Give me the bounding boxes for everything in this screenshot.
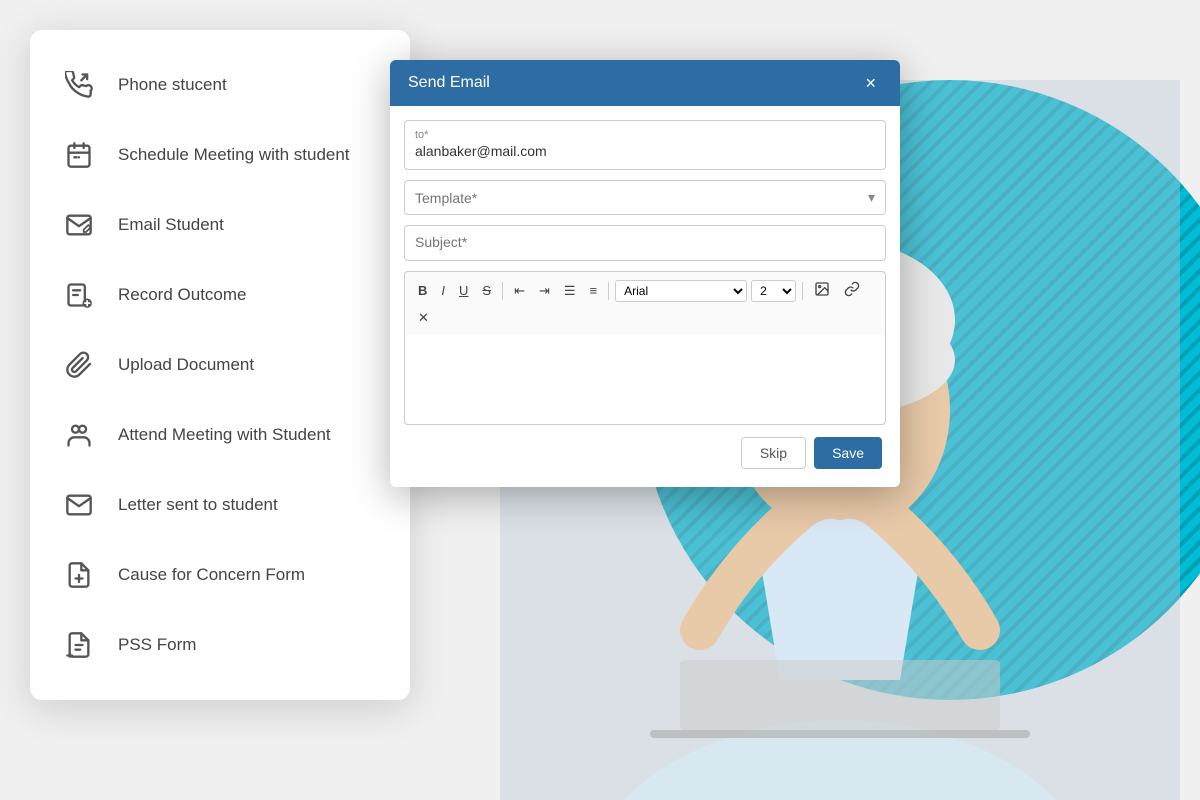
envelope-icon (58, 484, 100, 526)
italic-button[interactable]: I (436, 280, 450, 301)
indent-right-button[interactable]: ⇥ (534, 280, 555, 302)
strikethrough-button[interactable]: S (477, 280, 496, 301)
menu-label-phone-student: Phone stucent (118, 75, 227, 95)
paperclip-icon (58, 344, 100, 386)
to-input[interactable] (415, 143, 875, 159)
menu-label-upload-document: Upload Document (118, 355, 254, 375)
save-button[interactable]: Save (814, 437, 882, 469)
bold-button[interactable]: B (413, 280, 432, 301)
menu-label-letter-sent: Letter sent to student (118, 495, 278, 515)
send-email-dialog: Send Email × to* ▾ B I U S ⇤ ⇥ ☰ ≡ (390, 60, 900, 487)
menu-label-email-student: Email Student (118, 215, 224, 235)
menu-item-phone-student[interactable]: Phone stucent (30, 50, 410, 120)
to-label: to* (415, 129, 875, 141)
email-edit-icon (58, 204, 100, 246)
menu-item-email-student[interactable]: Email Student (30, 190, 410, 260)
remove-format-button[interactable]: ✕ (413, 307, 434, 329)
menu-item-schedule-meeting[interactable]: Schedule Meeting with student (30, 120, 410, 190)
menu-label-concern-form: Cause for Concern Form (118, 565, 305, 585)
email-body-editor[interactable] (404, 335, 886, 425)
insert-link-button[interactable] (839, 278, 865, 303)
skip-button[interactable]: Skip (741, 437, 806, 469)
menu-item-pss-form[interactable]: PSS Form (30, 610, 410, 680)
menu-item-attend-meeting[interactable]: Attend Meeting with Student (30, 400, 410, 470)
dialog-close-button[interactable]: × (859, 72, 882, 94)
underline-button[interactable]: U (454, 280, 473, 301)
list-number-button[interactable]: ≡ (585, 280, 603, 301)
dialog-title: Send Email (408, 74, 490, 92)
to-field-container: to* (404, 120, 886, 170)
menu-label-pss-form: PSS Form (118, 635, 196, 655)
menu-label-schedule-meeting: Schedule Meeting with student (118, 145, 350, 165)
toolbar-separator-1 (502, 282, 503, 300)
toolbar-separator-3 (802, 282, 803, 300)
font-size-select[interactable]: 2345 (751, 280, 796, 302)
menu-item-concern-form[interactable]: Cause for Concern Form (30, 540, 410, 610)
menu-item-letter-sent[interactable]: Letter sent to student (30, 470, 410, 540)
template-input[interactable] (415, 190, 868, 206)
calendar-icon (58, 134, 100, 176)
dialog-header: Send Email × (390, 60, 900, 106)
editor-toolbar: B I U S ⇤ ⇥ ☰ ≡ Arial Times New Roman Ve… (404, 271, 886, 335)
action-menu-card: Phone stucent Schedule Meeting with stud… (30, 30, 410, 700)
template-field-container[interactable]: ▾ (404, 180, 886, 215)
subject-field-container (404, 225, 886, 261)
indent-left-button[interactable]: ⇤ (509, 280, 530, 302)
group-icon (58, 414, 100, 456)
menu-label-attend-meeting: Attend Meeting with Student (118, 425, 331, 445)
chevron-down-icon: ▾ (868, 189, 875, 206)
toolbar-separator-2 (608, 282, 609, 300)
dialog-footer: Skip Save (404, 437, 886, 473)
record-outcome-icon (58, 274, 100, 316)
dialog-body: to* ▾ B I U S ⇤ ⇥ ☰ ≡ Arial Times New Ro (390, 106, 900, 487)
menu-item-upload-document[interactable]: Upload Document (30, 330, 410, 400)
insert-image-button[interactable] (809, 278, 835, 303)
subject-input[interactable] (415, 234, 875, 250)
menu-label-record-outcome: Record Outcome (118, 285, 247, 305)
menu-item-record-outcome[interactable]: Record Outcome (30, 260, 410, 330)
doc-plus-icon (58, 554, 100, 596)
phone-icon (58, 64, 100, 106)
doc-plus2-icon (58, 624, 100, 666)
font-family-select[interactable]: Arial Times New Roman Verdana (615, 280, 747, 302)
list-bullet-button[interactable]: ☰ (559, 280, 581, 302)
